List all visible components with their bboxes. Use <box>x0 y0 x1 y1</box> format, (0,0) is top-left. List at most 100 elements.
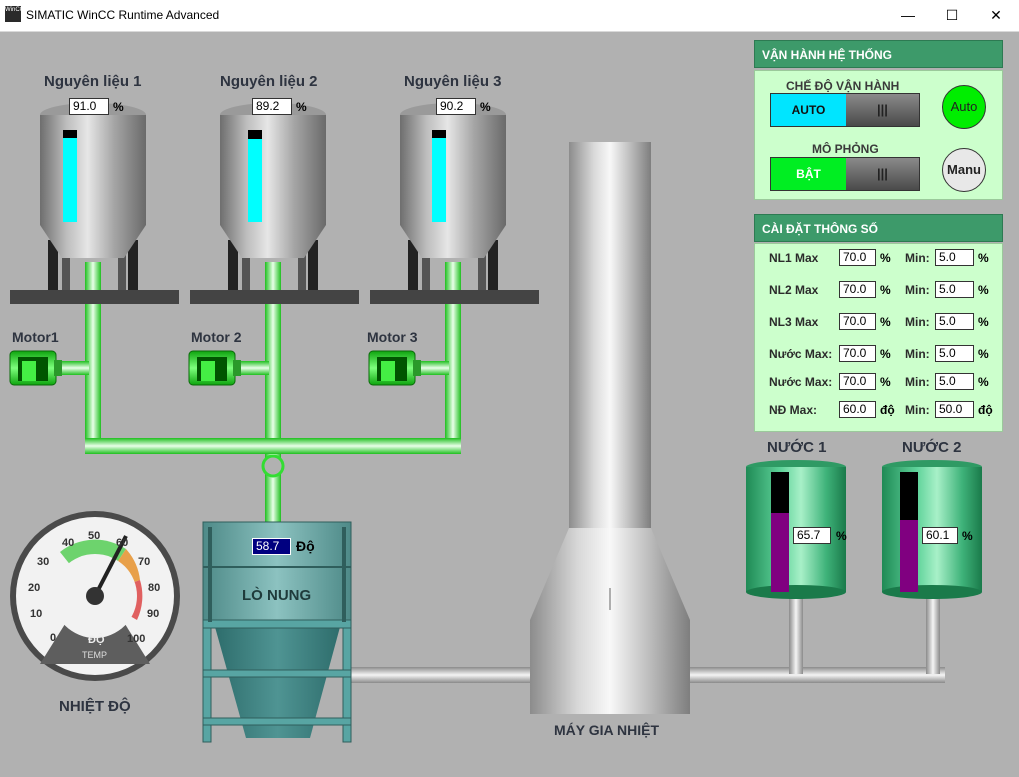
setting-row-4-min-unit: % <box>978 375 989 389</box>
tank-3-value: 90.2 <box>436 98 476 115</box>
material-tank-3 <box>400 103 506 290</box>
gauge-tick-10: 10 <box>30 608 43 620</box>
setting-row-0-label: NL1 Max <box>769 251 819 265</box>
water-1-value: 65.7 <box>793 527 831 544</box>
gauge-tick-0: 0 <box>50 632 57 644</box>
setting-row-3-max-input[interactable]: 70.0 <box>839 345 876 362</box>
tank-1-value: 91.0 <box>69 98 109 115</box>
gauge-tick-20: 20 <box>28 582 41 594</box>
auto-button[interactable]: Auto <box>942 85 986 129</box>
setting-row-1-max-unit: % <box>880 283 891 297</box>
setting-row-5-label: NĐ Max: <box>769 403 818 417</box>
setting-row-1-label: NL2 Max <box>769 283 819 297</box>
gauge-tick-70: 70 <box>138 556 151 568</box>
simulation-toggle-value: BẬT <box>771 158 846 190</box>
heater-label: MÁY GIA NHIỆT <box>554 722 660 738</box>
gauge-tick-60: 60 <box>116 537 129 549</box>
gauge-face-subtext: TEMP <box>82 650 108 660</box>
setting-row-0-min-unit: % <box>978 251 989 265</box>
water-1-title: NƯỚC 1 <box>767 439 827 456</box>
tank-2-value: 89.2 <box>252 98 292 115</box>
setting-row-0-max-input[interactable]: 70.0 <box>839 249 876 266</box>
setting-row-2-max-input[interactable]: 70.0 <box>839 313 876 330</box>
furnace-lo-nung <box>202 521 352 743</box>
mode-toggle-value: AUTO <box>771 94 846 126</box>
tank-3-title: Nguyên liệu 3 <box>404 73 502 90</box>
motor-3-label: Motor 3 <box>367 329 418 345</box>
furnace-temp-value: 58.7 <box>252 538 291 555</box>
gauge-tick-30: 30 <box>37 556 50 568</box>
system-panel-header: VẬN HÀNH HỆ THỐNG <box>754 40 1003 68</box>
setting-row-5-min-unit: độ <box>978 403 993 417</box>
tank-1-unit: % <box>113 100 124 114</box>
furnace-label: LÒ NUNG <box>242 587 312 604</box>
motor-2-label: Motor 2 <box>191 329 242 345</box>
settings-panel-header: CÀI ĐẶT THÔNG SỐ <box>754 214 1003 242</box>
setting-row-2-min-label: Min: <box>905 315 930 329</box>
tank-2-level-bar <box>248 139 262 222</box>
setting-row-0-min-input[interactable]: 5.0 <box>935 249 974 266</box>
setting-row-0-min-label: Min: <box>905 251 930 265</box>
tank-1-level-bar <box>63 138 77 222</box>
platform-1 <box>10 290 179 304</box>
water-2-level-bar <box>900 520 918 592</box>
manu-button[interactable]: Manu <box>942 148 986 192</box>
setting-row-4-min-label: Min: <box>905 375 930 389</box>
tank-3-unit: % <box>480 100 491 114</box>
setting-row-0-max-unit: % <box>880 251 891 265</box>
setting-row-5-max-unit: độ <box>880 403 895 417</box>
tank-2-title: Nguyên liệu 2 <box>220 73 318 90</box>
setting-row-3-min-label: Min: <box>905 347 930 361</box>
water-2-value: 60.1 <box>922 527 958 544</box>
simulation-toggle[interactable]: BẬT ||| <box>770 157 920 191</box>
setting-row-4-min-input[interactable]: 5.0 <box>935 373 974 390</box>
setting-row-3-max-unit: % <box>880 347 891 361</box>
setting-row-2-min-input[interactable]: 5.0 <box>935 313 974 330</box>
water-1-unit: % <box>836 529 847 543</box>
mode-label: CHẾ ĐỘ VẬN HÀNH <box>786 79 900 93</box>
gauge-face-text: ĐỘ <box>88 634 105 646</box>
heater-may-gia-nhiet <box>530 142 690 714</box>
furnace-temp-unit: Độ <box>296 538 315 554</box>
gauge-tick-80: 80 <box>148 582 161 594</box>
gauge-label: NHIỆT ĐỘ <box>59 698 131 715</box>
gauge-tick-50: 50 <box>88 530 101 542</box>
material-tank-1 <box>40 103 146 290</box>
water-2-title: NƯỚC 2 <box>902 439 962 456</box>
material-tank-2 <box>220 103 326 290</box>
setting-row-5-min-input[interactable]: 50.0 <box>935 401 974 418</box>
gauge-tick-90: 90 <box>147 608 160 620</box>
mode-toggle[interactable]: AUTO ||| <box>770 93 920 127</box>
tank-2-unit: % <box>296 100 307 114</box>
mode-toggle-grip: ||| <box>846 94 919 126</box>
setting-row-1-min-label: Min: <box>905 283 930 297</box>
setting-row-5-min-label: Min: <box>905 403 930 417</box>
simulation-toggle-grip: ||| <box>846 158 919 190</box>
setting-row-1-max-input[interactable]: 70.0 <box>839 281 876 298</box>
gauge-tick-100: 100 <box>127 633 146 645</box>
setting-row-3-label: Nước Max: <box>769 347 833 361</box>
setting-row-2-max-unit: % <box>880 315 891 329</box>
motor-3[interactable] <box>368 350 421 386</box>
platform-3 <box>370 290 539 304</box>
setting-row-2-min-unit: % <box>978 315 989 329</box>
water-2-unit: % <box>962 529 973 543</box>
motor-1[interactable] <box>9 350 62 386</box>
motor-2[interactable] <box>188 350 241 386</box>
setting-row-3-min-input[interactable]: 5.0 <box>935 345 974 362</box>
setting-row-3-min-unit: % <box>978 347 989 361</box>
setting-row-1-min-input[interactable]: 5.0 <box>935 281 974 298</box>
tank-1-title: Nguyên liệu 1 <box>44 73 142 90</box>
setting-row-1-min-unit: % <box>978 283 989 297</box>
platform-2 <box>190 290 359 304</box>
tank-3-level-bar <box>432 138 446 222</box>
setting-row-2-label: NL3 Max <box>769 315 819 329</box>
simulation-label: MÔ PHỎNG <box>812 142 879 156</box>
setting-row-4-max-unit: % <box>880 375 891 389</box>
motor-1-label: Motor1 <box>12 329 59 345</box>
setting-row-5-max-input[interactable]: 60.0 <box>839 401 876 418</box>
water-1-level-bar <box>771 513 789 592</box>
gauge-tick-40: 40 <box>62 537 75 549</box>
setting-row-4-max-input[interactable]: 70.0 <box>839 373 876 390</box>
setting-row-4-label: Nước Max: <box>769 375 833 389</box>
